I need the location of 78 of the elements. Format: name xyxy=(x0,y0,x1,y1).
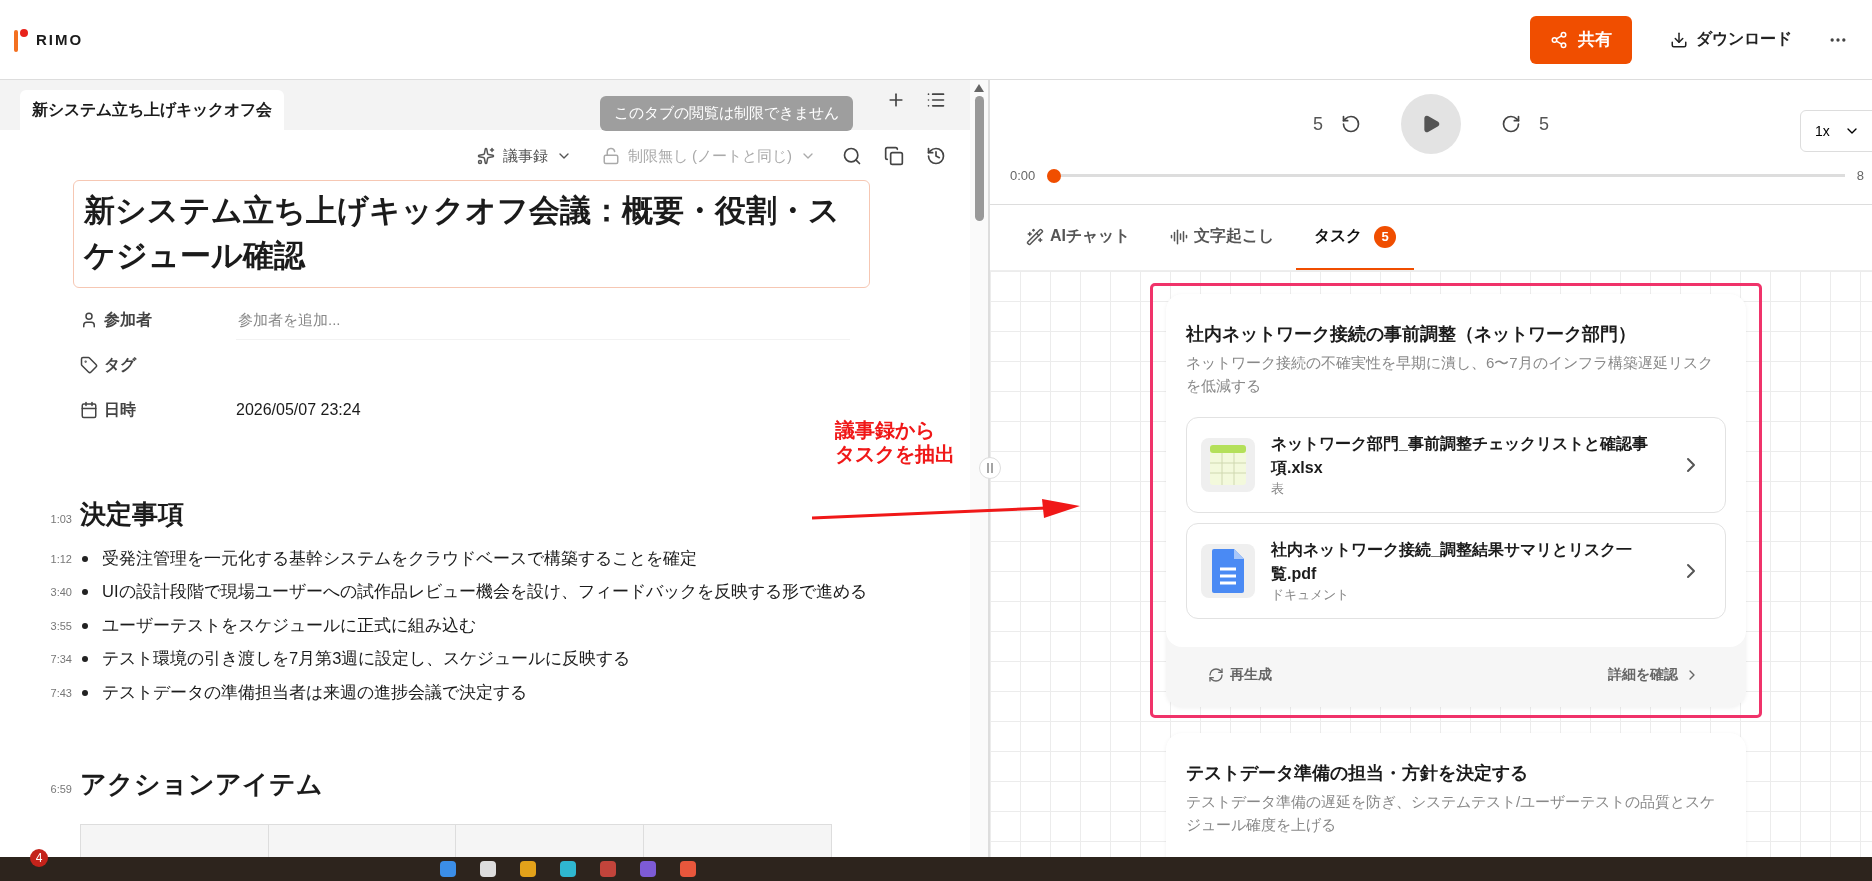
bullet-icon xyxy=(82,622,88,629)
taskbar-app-icon[interactable] xyxy=(680,861,696,877)
taskbar-app-icon[interactable] xyxy=(440,861,456,877)
share-icon xyxy=(1550,30,1568,49)
timestamp[interactable]: 7:34 xyxy=(46,653,72,666)
scrollbar[interactable] xyxy=(970,80,988,857)
taskbar-app-icon[interactable] xyxy=(640,861,656,877)
skip-forward-seconds: 5 xyxy=(1539,113,1549,135)
bullet-icon xyxy=(82,555,88,562)
task-description: テストデータ準備の遅延を防ぎ、システムテスト/ユーザーテストの品質とスケジュール確度を上げる xyxy=(1186,792,1717,835)
details-link[interactable]: 詳細を確認 xyxy=(1602,665,1706,685)
file-type: ドキュメント xyxy=(1271,586,1350,604)
logo-icon xyxy=(14,27,28,52)
play-icon xyxy=(1421,114,1441,134)
current-time: 0:00 xyxy=(1010,168,1036,183)
property-label: タグ xyxy=(104,354,136,375)
person-icon xyxy=(80,311,98,330)
bullet-icon xyxy=(82,589,88,596)
total-time: 8 xyxy=(1856,168,1864,183)
speed-dropdown[interactable]: 1x xyxy=(1800,110,1872,152)
file-item[interactable]: ネットワーク部門_事前調整チェックリストと確認事項.xlsx 表 xyxy=(1186,417,1726,513)
tooltip: このタブの閲覧は制限できません xyxy=(600,96,853,131)
tag-icon xyxy=(80,356,98,375)
scroll-up-icon[interactable] xyxy=(974,84,984,92)
task-title: テストデータ準備の担当・方針を決定する xyxy=(1186,762,1529,785)
copy-icon[interactable] xyxy=(882,144,906,168)
file-name: 社内ネットワーク接続_調整結果サマリとリスク一覧.pdf xyxy=(1271,540,1633,584)
list-item-text: テスト環境の引き渡しを7月第3週に設定し、スケジュールに反映する xyxy=(102,648,631,670)
regenerate-button[interactable]: 再生成 xyxy=(1202,665,1278,685)
property-value: 2026/05/07 23:24 xyxy=(236,401,361,420)
file-item[interactable]: 社内ネットワーク接続_調整結果サマリとリスク一覧.pdf ドキュメント xyxy=(1186,523,1726,619)
task-title: 社内ネットワーク接続の事前調整（ネットワーク部門） xyxy=(1186,323,1637,346)
skip-back-seconds: 5 xyxy=(1313,113,1323,135)
download-button[interactable]: ダウンロード xyxy=(1662,21,1800,58)
property-label: 日時 xyxy=(104,399,136,420)
taskbar-app-icon[interactable] xyxy=(560,861,576,877)
refresh-icon xyxy=(1208,667,1224,683)
timestamp[interactable]: 1:12 xyxy=(46,552,72,565)
file-type: 表 xyxy=(1271,480,1285,498)
logo-text: RIMO xyxy=(36,31,84,48)
annotation-text: 議事録から タスクを抽出 xyxy=(835,418,955,466)
notification-badge: 4 xyxy=(30,849,48,867)
list-item-text: テストデータの準備担当者は来週の進捗会議で決定する xyxy=(102,681,527,703)
share-button[interactable]: 共有 xyxy=(1530,15,1632,64)
unlock-icon xyxy=(601,147,620,165)
list-item-text: 受発注管理を一元化する基幹システムをクラウドベースで構築することを確定 xyxy=(102,547,697,569)
timestamp[interactable]: 3:55 xyxy=(46,619,72,632)
download-icon xyxy=(1670,30,1688,49)
timestamp[interactable]: 1:03 xyxy=(46,512,72,525)
bullet-icon xyxy=(82,656,88,663)
section-heading: 決定事項 xyxy=(80,497,184,531)
section-heading: アクションアイテム xyxy=(80,768,323,802)
list-item-text: ユーザーテストをスケジュールに正式に組み込む xyxy=(102,614,476,636)
task-description: ネットワーク接続の不確実性を早期に潰し、6〜7月のインフラ構築遅延リスクを低減する xyxy=(1186,353,1714,396)
timestamp[interactable]: 7:43 xyxy=(46,686,72,699)
list-item-text: UIの設計段階で現場ユーザーへの試作品レビュー機会を設け、フィードバックを反映する形で進める xyxy=(102,581,867,603)
play-button[interactable] xyxy=(1401,94,1461,154)
file-name: ネットワーク部門_事前調整チェックリストと確認事項.xlsx xyxy=(1271,434,1649,478)
progress-thumb[interactable] xyxy=(1047,168,1062,183)
audio-icon xyxy=(1170,227,1188,246)
bullet-icon xyxy=(82,689,88,696)
taskbar-app-icon[interactable] xyxy=(480,861,496,877)
spreadsheet-icon xyxy=(1208,443,1248,487)
panel-tab[interactable]: AIチャット xyxy=(1008,205,1148,270)
timestamp[interactable]: 3:40 xyxy=(46,586,72,599)
magic-wand-icon xyxy=(1026,227,1044,246)
property-label: 参加者 xyxy=(104,309,152,330)
template-dropdown[interactable]: 議事録 xyxy=(470,144,578,168)
note-tab[interactable]: 新システム立ち上げキックオフ会 xyxy=(20,90,284,130)
scrollbar-thumb[interactable] xyxy=(974,96,984,221)
note-title[interactable]: 新システム立ち上げキックオフ会議：概要・役割・スケジュール確認 xyxy=(73,180,870,288)
sparkles-icon xyxy=(476,147,495,165)
count-badge: 5 xyxy=(1374,225,1396,248)
calendar-icon xyxy=(80,401,98,420)
panel-tab[interactable]: 文字起こし xyxy=(1152,205,1292,270)
taskbar-app-icon[interactable] xyxy=(600,861,616,877)
timestamp[interactable]: 6:59 xyxy=(46,783,72,796)
taskbar-app-icon[interactable] xyxy=(520,861,536,877)
